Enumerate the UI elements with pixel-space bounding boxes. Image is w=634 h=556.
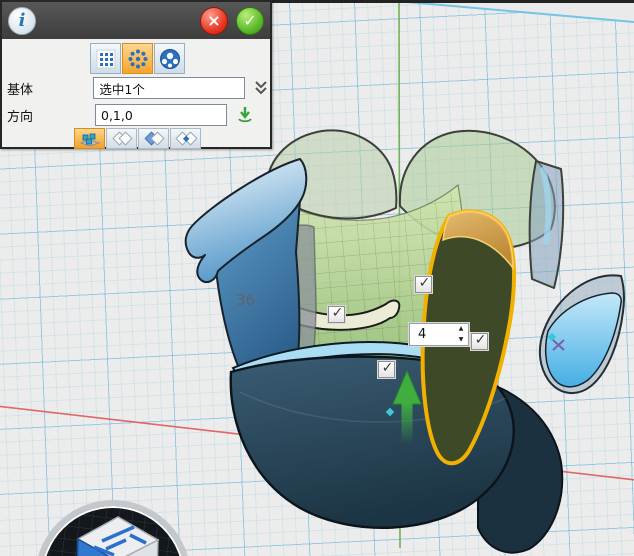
array-mode-toolbar [90, 43, 185, 74]
direction-row: 方向 [7, 104, 269, 126]
circular-array-button[interactable] [122, 43, 153, 74]
array-feature-dialog: i × ✓ [0, 0, 272, 149]
pattern-options-toolbar [74, 128, 201, 149]
array-instance-checkbox-2[interactable]: ✓ [328, 306, 345, 323]
confirm-button[interactable]: ✓ [236, 7, 264, 35]
check-icon: ✓ [419, 278, 431, 288]
fill-array-sphere-icon [159, 48, 181, 70]
pattern-adjust-button[interactable] [138, 128, 169, 149]
info-icon[interactable]: i [8, 7, 36, 35]
cad-application-window: 36 ✓ ✓ ✓ ✓ 4 ▲ ▼ i × ✓ [0, 0, 634, 556]
blue-white-diamond-icon [143, 131, 165, 147]
diamond-center-dot-icon [175, 131, 197, 147]
pattern-solid-button[interactable] [74, 128, 105, 149]
pattern-identical-button[interactable] [106, 128, 137, 149]
base-body-row: 基体 [7, 77, 269, 99]
bottom-bowl-petal[interactable] [231, 342, 562, 553]
base-body-label: 基体 [7, 79, 93, 98]
grid-plane-edge [396, 0, 634, 22]
pattern-solid-cubes-icon [79, 131, 101, 147]
dialog-titlebar[interactable]: i × ✓ [2, 2, 270, 39]
check-icon: ✓ [382, 363, 394, 373]
check-icon: ✓ [475, 335, 487, 345]
pick-direction-icon[interactable] [235, 105, 255, 125]
direction-label: 方向 [7, 106, 95, 125]
array-count-value[interactable]: 4 [410, 327, 454, 342]
array-count-spinner[interactable]: 4 ▲ ▼ [409, 323, 469, 346]
pattern-center-button[interactable] [170, 128, 201, 149]
array-instance-checkbox-4[interactable]: ✓ [378, 361, 395, 378]
rectangular-array-icon [96, 49, 116, 69]
base-body-input[interactable] [93, 77, 245, 99]
view-navigation-widget[interactable] [30, 495, 200, 556]
check-icon: ✓ [332, 308, 344, 318]
dimension-label: 36 [236, 291, 255, 309]
array-instance-checkbox-3[interactable]: ✓ [471, 333, 488, 350]
fill-array-button[interactable] [154, 43, 185, 74]
array-instance-checkbox-1[interactable]: ✓ [415, 276, 432, 293]
spinner-down-icon[interactable]: ▼ [454, 335, 468, 346]
direction-input[interactable] [95, 104, 227, 126]
circular-array-icon [127, 48, 149, 70]
rectangular-array-button[interactable] [90, 43, 121, 74]
cancel-button[interactable]: × [200, 7, 228, 35]
right-blue-petal[interactable] [540, 275, 624, 393]
double-diamond-icon [111, 131, 133, 147]
chevron-double-down-icon[interactable] [253, 79, 269, 97]
spinner-up-icon[interactable]: ▲ [454, 324, 468, 335]
